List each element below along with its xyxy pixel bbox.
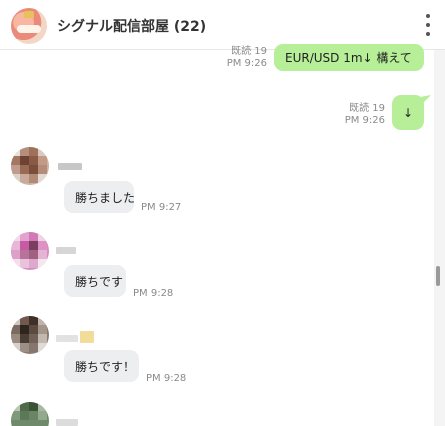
received-message-bubble[interactable]: 勝ちです bbox=[64, 265, 126, 297]
chat-title[interactable]: シグナル配信部屋 (22) bbox=[57, 16, 206, 36]
scrollbar-track[interactable] bbox=[434, 50, 445, 426]
message-text: ↓ bbox=[402, 105, 414, 120]
read-receipt: 既読 19 bbox=[349, 103, 385, 114]
macaron-top bbox=[24, 11, 34, 18]
kebab-dot bbox=[426, 23, 430, 27]
message-text: 勝ちです bbox=[75, 274, 124, 289]
message-text: EUR/USD 1m↓ 構えて bbox=[285, 51, 412, 65]
message-time: PM 9:28 bbox=[146, 373, 187, 384]
message-text: 勝ちです！ bbox=[75, 359, 136, 374]
avatar[interactable] bbox=[11, 316, 49, 354]
sender-name bbox=[58, 163, 82, 170]
received-message-bubble[interactable]: 勝ちました bbox=[64, 181, 136, 213]
avatar[interactable] bbox=[11, 147, 49, 185]
scrollbar-thumb[interactable] bbox=[436, 266, 440, 286]
message-time: PM 9:27 bbox=[141, 202, 182, 213]
bubble-tail bbox=[420, 95, 431, 104]
sender-name bbox=[56, 247, 76, 254]
sent-message-bubble[interactable]: EUR/USD 1m↓ 構えて bbox=[274, 44, 424, 71]
message-time: PM 9:26 bbox=[344, 115, 385, 126]
macaron-cream bbox=[17, 25, 41, 33]
message-time: PM 9:28 bbox=[133, 288, 174, 299]
sender-name bbox=[56, 335, 78, 342]
message-meta: 既読 19 PM 9:26 bbox=[330, 103, 385, 127]
kebab-dot bbox=[426, 14, 430, 18]
kebab-dot bbox=[426, 32, 430, 36]
message-meta: 既読 19 PM 9:26 bbox=[214, 46, 267, 70]
message-text: 勝ちました bbox=[75, 190, 136, 205]
message-time: PM 9:26 bbox=[226, 58, 267, 69]
read-receipt: 既読 19 bbox=[231, 46, 267, 57]
avatar[interactable] bbox=[11, 402, 49, 426]
avatar[interactable] bbox=[11, 232, 49, 270]
chat-header: シグナル配信部屋 (22) bbox=[0, 0, 445, 50]
sender-name-emoji bbox=[80, 331, 94, 343]
sender-name bbox=[56, 419, 78, 426]
group-avatar[interactable] bbox=[11, 8, 47, 44]
kebab-menu-icon[interactable] bbox=[424, 14, 432, 36]
received-message-bubble[interactable]: 勝ちです！ bbox=[64, 350, 139, 382]
